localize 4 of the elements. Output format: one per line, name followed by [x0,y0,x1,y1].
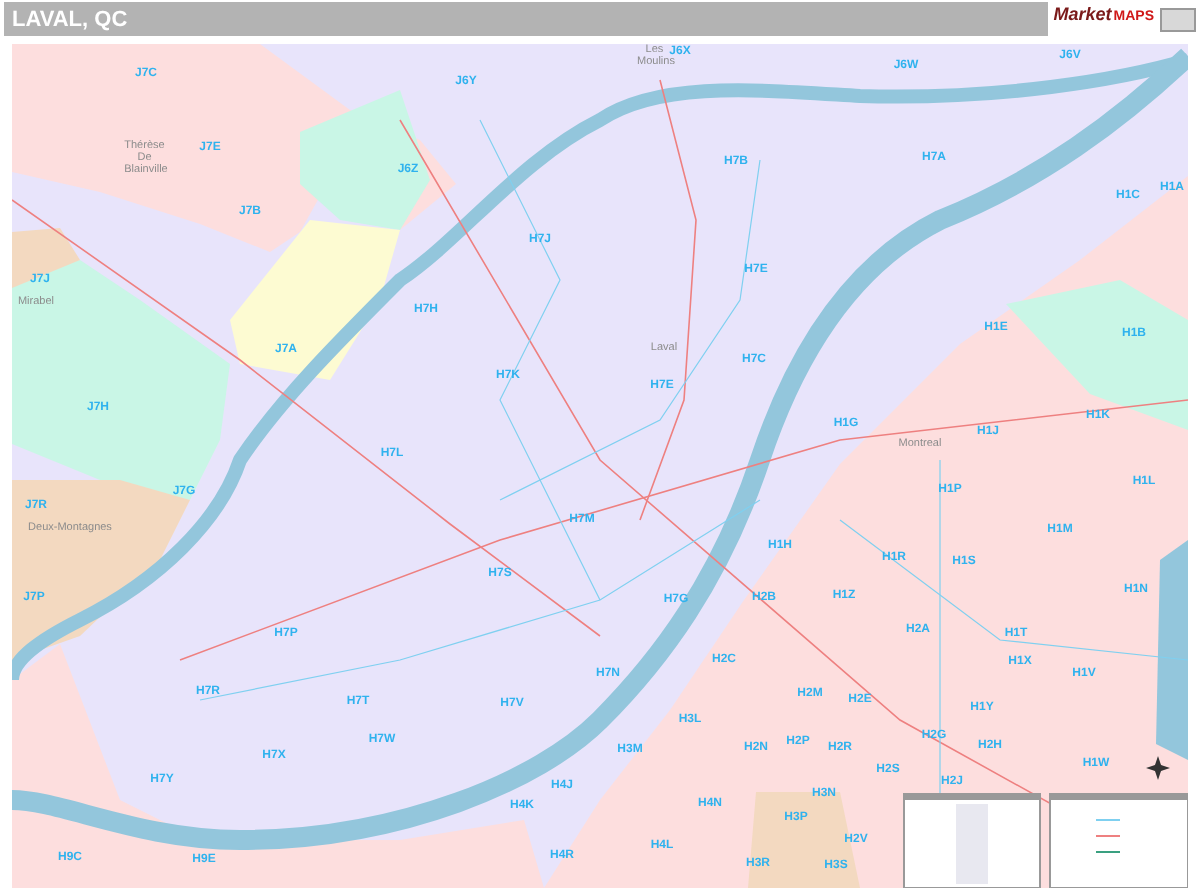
compass-icon [1146,756,1170,780]
map-title: LAVAL, QC [12,7,128,31]
index-table-drawing [903,793,1041,888]
region-area [300,90,430,230]
